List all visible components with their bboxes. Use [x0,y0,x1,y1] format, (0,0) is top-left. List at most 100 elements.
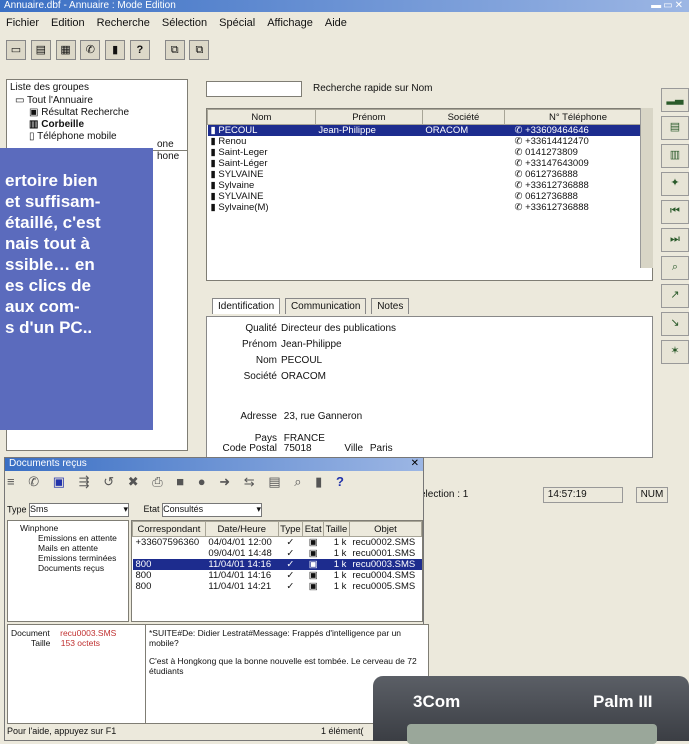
col-etat-header[interactable]: Etat [302,521,325,537]
doc-row[interactable]: 09/04/01 14:48 ✓ ▣ 1 k recu0001.SMS [133,548,422,559]
last-record-icon[interactable]: ⏭ [661,228,689,252]
address-card-icon[interactable]: ▦ [55,40,76,60]
contact-row[interactable]: ▮ Sylvaine ✆ +33612736888 [208,180,652,191]
contact-row[interactable]: ▮ PECOUL Jean-Philippe ORACOM ✆ +3360946464… [207,124,652,136]
tab-communication[interactable]: Communication [284,298,367,314]
delete-icon[interactable]: ✖ [128,474,144,489]
copy-icon[interactable]: ⧉ [164,40,185,60]
phone-icon[interactable]: ✆ [28,474,44,489]
zoom-icon[interactable]: ⌕ [294,474,306,489]
type-select[interactable]: Sms ▾ [29,503,130,517]
menu-item-6[interactable]: Aide [325,17,347,29]
menu-item-2[interactable]: Recherche [97,17,150,29]
receive-icon[interactable]: ⇆ [244,474,260,489]
tree-item-emissions-terminees[interactable]: Emissions terminées [8,553,128,563]
contact-scrollbar[interactable] [640,108,653,268]
doc-row[interactable]: +33607596360 04/04/01 12:00 ✓ ▣ 1 k recu0002.… [133,537,422,548]
docs-list: Correspondant Date/Heure Type Etat Taille Obj… [131,520,423,622]
folder-icon[interactable]: ▤ [30,40,51,60]
search-icon[interactable]: ⌕ [661,256,689,280]
open-icon[interactable]: ▭ [6,40,26,60]
tree-item-winphone[interactable]: Winphone [8,521,128,533]
col-nom-header[interactable]: Nom [207,109,316,125]
adresse-field[interactable]: 23, rue Ganneron [284,411,362,422]
help-icon[interactable]: ? [129,40,150,60]
paste-icon[interactable]: ⧉ [189,40,210,60]
tab-identification[interactable]: Identification [212,298,281,314]
contact-row[interactable]: ▮ SYLVAINE ✆ 0612736888 [208,169,652,180]
chart-up-icon[interactable]: ↗ [661,284,689,308]
contact-row[interactable]: ▮ Saint-Léger ✆ +33147643009 [208,158,652,169]
help-icon[interactable]: ? [336,474,349,489]
field-value[interactable]: Directeur des publications [281,323,396,334]
tree-item-mails-attente[interactable]: Mails en attente [8,543,128,553]
col-date-header[interactable]: Date/Heure [204,521,279,537]
overlay-line: aux com- [5,297,80,316]
tree-item-documents-recus[interactable]: Documents reçus [8,563,128,573]
chart-down-icon[interactable]: ↘ [661,312,689,336]
main-title-bar: Annuaire.dbf - Annuaire : Mode Edition ▬… [0,0,689,12]
col-tel-header[interactable]: N° Téléphone [503,109,652,125]
etat-select[interactable]: Consultés ▾ [162,503,263,517]
tree-item-emissions-attente[interactable]: Emissions en attente [8,533,128,543]
search-input[interactable] [206,81,302,97]
doc-date: 11/04/01 14:16 [208,570,272,581]
col-prenom-header[interactable]: Prénom [314,109,423,125]
save-icon[interactable]: ▣ [53,474,70,489]
col-objet-header[interactable]: Objet [348,521,422,537]
forward-icon[interactable]: ⇶ [79,474,95,489]
check-icon: ✓ [278,559,303,570]
contact-row[interactable]: ▮ Saint-Leger ✆ 0141273809 [208,147,652,158]
field-value[interactable]: PECOUL [281,355,322,366]
col-type-header[interactable]: Type [277,521,304,537]
print-icon[interactable]: ⎙ [152,474,167,489]
window-controls[interactable]: ▬▭✕ [651,0,685,12]
menu-item-0[interactable]: Fichier [6,17,39,29]
contact-tel: ✆ +33609464646 [504,124,652,136]
doc-objet: recu0001.SMS [352,548,416,559]
archive-icon[interactable]: ▤ [268,474,285,489]
settings-icon[interactable]: ✦ [661,172,689,196]
message-line-1: *SUITE#De: Didier Lestrat#Message: Frapp… [149,628,402,648]
adresse-label: Adresse [240,411,277,422]
tree-item-all[interactable]: ▭ Tout l'Annuaire [7,95,187,107]
pays-field[interactable]: FRANCE [284,433,325,444]
doc-row[interactable]: 800 11/04/01 14:16 ✓ ▣ 1 k recu0004.SMS [133,570,422,581]
first-record-icon[interactable]: ⏮ [661,200,689,224]
ville-field[interactable]: Paris [370,443,393,454]
tree-item-search-result[interactable]: ▣ Résultat Recherche [7,107,187,119]
col-correspondant-header[interactable]: Correspondant [132,521,206,537]
field-value[interactable]: ORACOM [281,371,326,382]
tab-notes[interactable]: Notes [371,298,410,314]
contact-nom: ▮ Saint-Leger [210,147,268,158]
contact-row[interactable]: ▮ SYLVAINE ✆ 0612736888 [208,191,652,202]
menu-item-1[interactable]: Edition [51,17,85,29]
doc-row[interactable]: 800 11/04/01 14:21 ✓ ▣ 1 k recu0005.SMS [133,581,422,592]
menu-item-4[interactable]: Spécial [219,17,255,29]
col-taille-header[interactable]: Taille [323,521,350,537]
doc-row[interactable]: 800 11/04/01 14:16 ✓ ▣ 1 k recu0003.SMS [132,559,422,570]
duplicate-icon[interactable]: ▥ [661,144,689,168]
record-icon[interactable]: ● [198,474,211,489]
close-icon[interactable]: ✕ [411,458,419,470]
menu-item-5[interactable]: Affichage [267,17,313,29]
export-icon[interactable]: ▂▃ [661,88,689,112]
stop-icon[interactable]: ■ [176,474,189,489]
send-icon[interactable]: ➜ [219,474,235,489]
mobile-icon[interactable]: ▮ [105,40,126,60]
field-value[interactable]: Jean-Philippe [281,339,342,350]
tree-item-trash[interactable]: ▥ Corbeille [7,119,187,131]
reply-icon[interactable]: ↺ [103,474,119,489]
contact-tel: ✆ 0141273809 [514,147,578,158]
cp-field[interactable]: 75018 [284,443,312,454]
phone-icon[interactable]: ✆ [80,40,101,60]
chart-star-icon[interactable]: ✶ [661,340,689,364]
mail-icon[interactable]: ≡ [7,474,20,489]
doc-taille: 1 k [333,548,347,559]
contact-row[interactable]: ▮ Renou ✆ +33614412470 [208,136,652,147]
col-societe-header[interactable]: Société [421,109,505,125]
mobile-icon[interactable]: ▮ [315,474,327,489]
copy-card-icon[interactable]: ▤ [661,116,689,140]
contact-row[interactable]: ▮ Sylvaine(M) ✆ +33612736888 [208,202,652,213]
menu-item-3[interactable]: Sélection [162,17,207,29]
